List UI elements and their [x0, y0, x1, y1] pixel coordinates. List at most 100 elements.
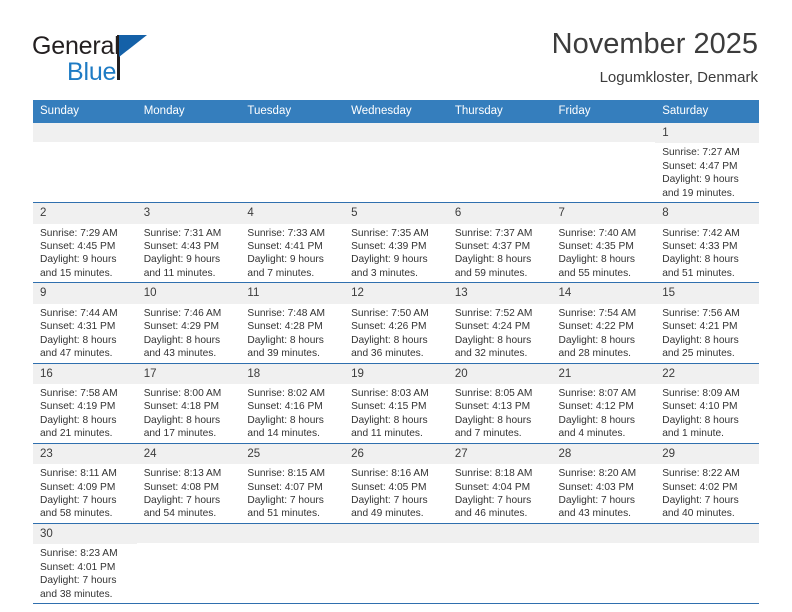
sunset-text: Sunset: 4:15 PM [351, 401, 427, 413]
sunset-text: Sunset: 4:16 PM [247, 401, 323, 413]
day-number: 23 [33, 443, 137, 465]
daylight-text-line2: and 47 minutes. [40, 348, 113, 360]
sunset-text: Sunset: 4:45 PM [40, 241, 116, 253]
day-sun-info: Sunrise: 8:20 AM Sunset: 4:03 PM Daylight:… [552, 464, 656, 523]
calendar-day-cell[interactable]: 19 Sunrise: 8:03 AM Sunset: 4:15 PM Dayligh… [344, 363, 448, 444]
weekday-header-monday: Monday [136, 100, 241, 123]
calendar-day-cell[interactable]: 7 Sunrise: 7:40 AM Sunset: 4:35 PM Daylight… [551, 202, 656, 284]
daylight-text-line1: Daylight: 8 hours [662, 414, 739, 426]
sunrise-text: Sunrise: 7:31 AM [143, 227, 222, 239]
calendar-day-cell[interactable]: 14 Sunrise: 7:54 AM Sunset: 4:22 PM Dayligh… [551, 282, 656, 364]
sunrise-text: Sunrise: 8:13 AM [143, 468, 222, 480]
calendar-day-cell[interactable]: 25 Sunrise: 8:15 AM Sunset: 4:07 PM Dayligh… [240, 443, 345, 524]
day-cell-inner: 2 Sunrise: 7:29 AM Sunset: 4:45 PM Daylight… [33, 203, 137, 282]
day-number [551, 123, 656, 142]
daylight-text-line1: Daylight: 7 hours [40, 575, 117, 587]
calendar-day-cell[interactable]: 3 Sunrise: 7:31 AM Sunset: 4:43 PM Daylight… [136, 202, 241, 284]
day-number: 22 [655, 363, 759, 384]
day-cell-inner: 20 Sunrise: 8:05 AM Sunset: 4:13 PM Dayligh… [447, 363, 552, 443]
day-number: 7 [551, 203, 656, 224]
daylight-text-line2: and 17 minutes. [143, 428, 217, 440]
daylight-text-line1: Daylight: 8 hours [40, 334, 117, 346]
calendar-day-cell[interactable]: 11 Sunrise: 7:48 AM Sunset: 4:28 PM Dayligh… [240, 282, 345, 364]
calendar-day-cell[interactable]: 8 Sunrise: 7:42 AM Sunset: 4:33 PM Daylight… [655, 202, 759, 284]
sunset-text: Sunset: 4:02 PM [662, 481, 738, 493]
day-sun-info: Sunrise: 7:42 AM Sunset: 4:33 PM Daylight:… [655, 224, 759, 283]
daylight-text-line1: Daylight: 7 hours [454, 495, 532, 507]
sunrise-text: Sunrise: 8:15 AM [247, 468, 325, 480]
day-number: 17 [136, 363, 241, 384]
day-sun-info: Sunrise: 7:35 AM Sunset: 4:39 PM Daylight:… [344, 224, 448, 283]
calendar-day-cell-empty [551, 523, 656, 605]
daylight-text-line1: Daylight: 8 hours [351, 334, 428, 346]
day-sun-info: Sunrise: 7:31 AM Sunset: 4:43 PM Daylight:… [137, 224, 241, 283]
daylight-text-line2: and 3 minutes. [351, 267, 418, 279]
daylight-text-line2: and 54 minutes. [143, 508, 217, 520]
day-number: 30 [33, 523, 137, 545]
calendar-day-cell[interactable]: 22 Sunrise: 8:09 AM Sunset: 4:10 PM Dayligh… [655, 363, 759, 444]
sunrise-text: Sunrise: 8:09 AM [662, 387, 740, 399]
calendar-day-cell[interactable]: 29 Sunrise: 8:22 AM Sunset: 4:02 PM Dayligh… [655, 443, 759, 524]
daylight-text-line2: and 46 minutes. [454, 508, 528, 520]
calendar-week-row: 16 Sunrise: 7:58 AM Sunset: 4:19 PM Dayligh… [33, 363, 759, 444]
calendar-week-row: 2 Sunrise: 7:29 AM Sunset: 4:45 PM Daylight… [33, 202, 759, 284]
day-cell-inner [447, 123, 552, 202]
day-number: 1 [655, 123, 759, 144]
calendar-day-cell[interactable]: 9 Sunrise: 7:44 AM Sunset: 4:31 PM Daylight… [33, 282, 137, 364]
calendar-day-cell[interactable]: 24 Sunrise: 8:13 AM Sunset: 4:08 PM Dayligh… [136, 443, 241, 524]
day-number [344, 123, 448, 142]
day-sun-info: Sunrise: 7:40 AM Sunset: 4:35 PM Daylight:… [552, 224, 656, 283]
daylight-text-line1: Daylight: 9 hours [351, 254, 428, 266]
day-number [240, 123, 345, 142]
calendar-day-cell[interactable]: 2 Sunrise: 7:29 AM Sunset: 4:45 PM Daylight… [33, 202, 137, 284]
day-cell-inner: 24 Sunrise: 8:13 AM Sunset: 4:08 PM Dayligh… [136, 443, 241, 523]
day-number: 12 [344, 283, 448, 304]
daylight-text-line2: and 39 minutes. [247, 348, 320, 360]
calendar-day-cell[interactable]: 20 Sunrise: 8:05 AM Sunset: 4:13 PM Dayligh… [447, 363, 552, 444]
daylight-text-line1: Daylight: 7 hours [143, 495, 221, 507]
daylight-text-line1: Daylight: 8 hours [40, 414, 117, 426]
calendar-day-cell[interactable]: 26 Sunrise: 8:16 AM Sunset: 4:05 PM Dayligh… [344, 443, 448, 524]
calendar-day-cell-empty [655, 523, 759, 605]
sunrise-text: Sunrise: 8:20 AM [558, 468, 637, 480]
sunrise-text: Sunrise: 8:07 AM [558, 387, 637, 399]
calendar-day-cell[interactable]: 1 Sunrise: 7:27 AM Sunset: 4:47 PM Daylight… [655, 123, 759, 204]
daylight-text-line1: Daylight: 8 hours [454, 334, 532, 346]
daylight-text-line2: and 28 minutes. [558, 348, 632, 360]
day-cell-inner: 17 Sunrise: 8:00 AM Sunset: 4:18 PM Dayligh… [136, 363, 241, 443]
calendar-day-cell[interactable]: 12 Sunrise: 7:50 AM Sunset: 4:26 PM Dayligh… [344, 282, 448, 364]
day-number: 21 [551, 363, 656, 384]
day-number: 6 [447, 203, 552, 224]
calendar-day-cell-empty [240, 123, 345, 204]
day-cell-inner [344, 523, 448, 603]
sunset-text: Sunset: 4:39 PM [351, 241, 427, 253]
sunrise-text: Sunrise: 7:46 AM [143, 307, 222, 319]
calendar-day-cell[interactable]: 30 Sunrise: 8:23 AM Sunset: 4:01 PM Dayligh… [33, 523, 137, 605]
calendar-day-cell[interactable]: 17 Sunrise: 8:00 AM Sunset: 4:18 PM Dayligh… [136, 363, 241, 444]
sunrise-text: Sunrise: 8:11 AM [40, 468, 117, 480]
calendar-day-cell[interactable]: 15 Sunrise: 7:56 AM Sunset: 4:21 PM Dayligh… [655, 282, 759, 364]
calendar-day-cell[interactable]: 16 Sunrise: 7:58 AM Sunset: 4:19 PM Dayligh… [33, 363, 137, 444]
calendar-day-cell[interactable]: 28 Sunrise: 8:20 AM Sunset: 4:03 PM Dayligh… [551, 443, 656, 524]
calendar-day-cell[interactable]: 4 Sunrise: 7:33 AM Sunset: 4:41 PM Daylight… [240, 202, 345, 284]
calendar-body: 1 Sunrise: 7:27 AM Sunset: 4:47 PM Daylight… [33, 123, 759, 605]
sunrise-text: Sunrise: 7:50 AM [351, 307, 429, 319]
calendar-day-cell[interactable]: 23 Sunrise: 8:11 AM Sunset: 4:09 PM Dayligh… [33, 443, 137, 524]
day-sun-info: Sunrise: 7:27 AM Sunset: 4:47 PM Daylight:… [655, 143, 759, 202]
calendar-day-cell[interactable]: 18 Sunrise: 8:02 AM Sunset: 4:16 PM Dayligh… [240, 363, 345, 444]
calendar-day-cell[interactable]: 6 Sunrise: 7:37 AM Sunset: 4:37 PM Daylight… [447, 202, 552, 284]
sunrise-text: Sunrise: 7:29 AM [40, 227, 118, 239]
calendar-day-cell[interactable]: 5 Sunrise: 7:35 AM Sunset: 4:39 PM Daylight… [344, 202, 448, 284]
calendar-day-cell[interactable]: 27 Sunrise: 8:18 AM Sunset: 4:04 PM Dayligh… [447, 443, 552, 524]
weekday-header-wednesday: Wednesday [344, 100, 448, 123]
sunrise-text: Sunrise: 8:05 AM [454, 387, 533, 399]
calendar-day-cell[interactable]: 13 Sunrise: 7:52 AM Sunset: 4:24 PM Dayligh… [447, 282, 552, 364]
day-sun-info: Sunrise: 7:29 AM Sunset: 4:45 PM Daylight:… [33, 224, 137, 283]
day-cell-inner [240, 523, 345, 603]
general-blue-logo[interactable]: General Blue [32, 28, 222, 88]
sunset-text: Sunset: 4:01 PM [40, 561, 116, 573]
calendar-day-cell[interactable]: 10 Sunrise: 7:46 AM Sunset: 4:29 PM Dayligh… [136, 282, 241, 364]
daylight-text-line2: and 1 minute. [662, 428, 724, 440]
daylight-text-line1: Daylight: 8 hours [247, 414, 324, 426]
calendar-day-cell[interactable]: 21 Sunrise: 8:07 AM Sunset: 4:12 PM Dayligh… [551, 363, 656, 444]
